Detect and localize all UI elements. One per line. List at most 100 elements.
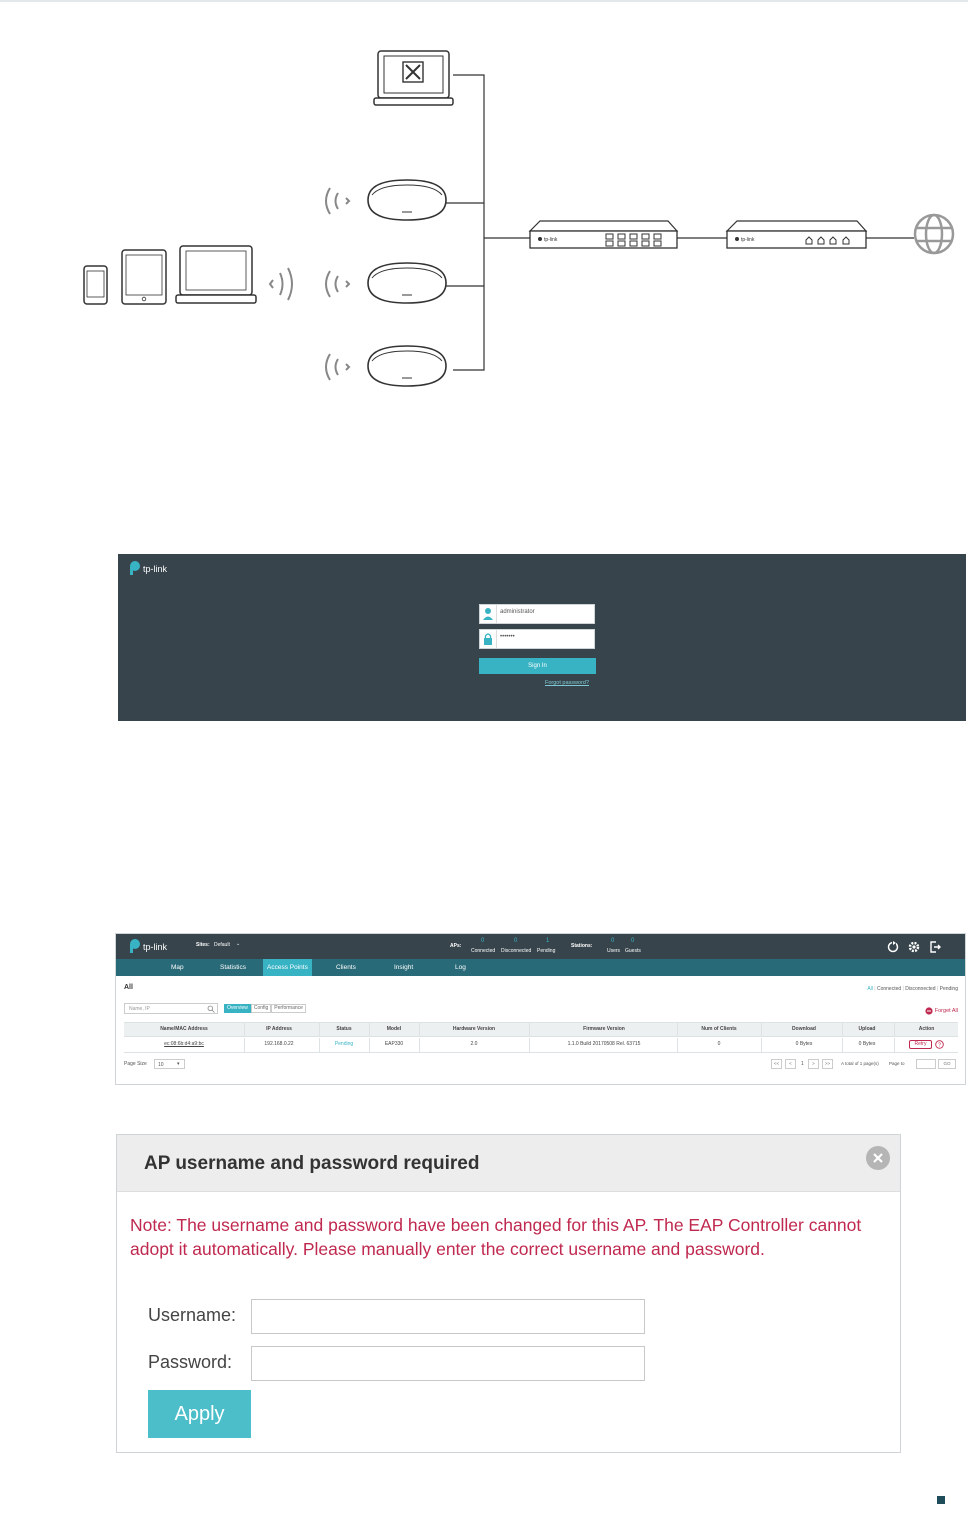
nav-clients[interactable]: Clients [336,959,356,976]
retry-button[interactable]: Retry [909,1040,932,1049]
password-input[interactable] [251,1346,645,1381]
password-value: ••••••• [500,634,515,640]
apply-button[interactable]: Apply [148,1390,251,1438]
aps-disconnected-count: 0 [514,938,518,944]
username-input[interactable] [251,1299,645,1334]
wifi-signal-icon [325,270,351,298]
next-page-button[interactable]: > [808,1059,819,1069]
ap-model: EAP330 [384,1041,404,1047]
help-icon[interactable]: ? [935,1040,944,1049]
aps-pending-count: 1 [546,938,550,944]
link-line [453,74,485,371]
sites-label: Sites: [196,942,210,948]
access-point-icon [367,345,447,387]
view-tabs: Overview Config Performance [224,1004,306,1013]
filter-all[interactable]: All [867,986,873,992]
user-icon [480,605,497,623]
forgot-password-link[interactable]: Forgot password? [545,680,589,686]
tab-performance[interactable]: Performance [271,1004,306,1013]
search-input[interactable]: Name, IP [124,1003,218,1014]
wifi-signal-icon [325,353,351,381]
caret-down-icon: ▾ [177,1061,180,1067]
col-download[interactable]: Download [769,1026,839,1032]
col-clients[interactable]: Num of Clients [684,1026,754,1032]
ap-firmware: 1.1.0 Build 20170508 Rel. 63715 [567,1041,641,1047]
aps-pending-label: Pending [537,948,556,954]
status-filters: All | Connected | Disconnected | Pending [867,986,958,992]
section-title: All [124,984,133,991]
total-pages-label: A total of 1 page(s) [841,1061,879,1066]
filter-pending[interactable]: Pending [940,986,958,992]
search-icon[interactable] [207,1005,215,1013]
page-marker [937,1496,945,1504]
col-action: Action [918,1026,935,1032]
nav-access-points[interactable]: Access Points [263,959,312,976]
username-field[interactable]: administrator [479,604,595,624]
aps-label: APs: [450,943,462,949]
filter-connected[interactable]: Connected [877,986,901,992]
wifi-signal-icon [325,187,351,215]
logout-icon[interactable] [928,940,942,954]
col-firmware[interactable]: Firmware Version [549,1026,659,1032]
aps-connected-count: 0 [481,938,485,944]
switch-brand-label: tp-link [544,237,558,243]
current-page: 1 [801,1061,804,1067]
stations-label: Stations: [571,943,593,949]
page-size-select[interactable]: 10 ▾ [154,1059,185,1069]
close-button[interactable] [866,1146,890,1170]
prev-page-button[interactable]: < [785,1059,796,1069]
ap-credentials-dialog: AP username and password required Note: … [116,1134,901,1453]
col-name[interactable]: Name/MAC Address [144,1026,224,1032]
search-placeholder: Name, IP [129,1006,150,1012]
col-upload[interactable]: Upload [842,1026,892,1032]
lock-icon [480,630,497,648]
close-icon [873,1153,883,1163]
page-to-input[interactable] [916,1059,936,1069]
password-field[interactable]: ••••••• [479,629,595,649]
sites-dropdown[interactable]: Default [214,942,230,948]
gear-icon[interactable] [907,940,921,954]
nav-insight[interactable]: Insight [394,959,413,976]
col-hardware[interactable]: Hardware Version [424,1026,524,1032]
page-size-value: 10 [158,1062,164,1068]
nav-statistics[interactable]: Statistics [220,959,246,976]
tablet-icon [121,249,167,305]
col-model[interactable]: Model [374,1026,414,1032]
internet-globe-icon [913,213,955,255]
main-nav: Map Statistics Access Points Clients Ins… [116,959,965,976]
tp-link-logo: tp-link [126,938,186,959]
client-laptop-icon [175,245,257,304]
nav-map[interactable]: Map [171,959,184,976]
col-ip[interactable]: IP Address [249,1026,309,1032]
table-row: ec:08:6b:d4:a9:bc 192.168.0.22 Pending E… [124,1038,958,1053]
page-size-label: Page Size [124,1061,147,1067]
first-page-button[interactable]: << [771,1059,782,1069]
stations-users-count: 0 [611,938,615,944]
filter-disconnected[interactable]: Disconnected [905,986,935,992]
ap-hardware: 2.0 [470,1041,478,1047]
ap-mac-link[interactable]: ec:08:6b:d4:a9:bc [144,1041,224,1047]
ap-status: Pending [334,1041,354,1047]
ap-upload: 0 Bytes [858,1041,876,1047]
refresh-icon[interactable] [886,940,900,954]
aps-disconnected-label: Disconnected [501,948,532,954]
svg-text:?: ? [938,1043,941,1049]
sign-in-button[interactable]: Sign In [479,658,596,674]
stations-guests-count: 0 [631,938,635,944]
ap-clients: 0 [717,1041,721,1047]
chevron-down-icon[interactable]: ⌄ [236,941,240,947]
go-button[interactable]: GO [938,1059,956,1069]
username-value: administrator [500,609,535,615]
tab-config[interactable]: Config [250,1004,272,1013]
forget-all-button[interactable]: Forget All [925,1007,958,1015]
last-page-button[interactable]: >> [822,1059,833,1069]
tab-overview[interactable]: Overview [224,1004,251,1013]
dialog-header: AP username and password required [117,1135,900,1192]
col-status[interactable]: Status [324,1026,364,1032]
access-point-icon [367,179,447,221]
nav-log[interactable]: Log [455,959,466,976]
router-icon: tp-link [725,220,868,249]
dialog-title: AP username and password required [144,1153,480,1174]
access-point-icon [367,262,447,304]
aps-connected-label: Connected [471,948,496,954]
